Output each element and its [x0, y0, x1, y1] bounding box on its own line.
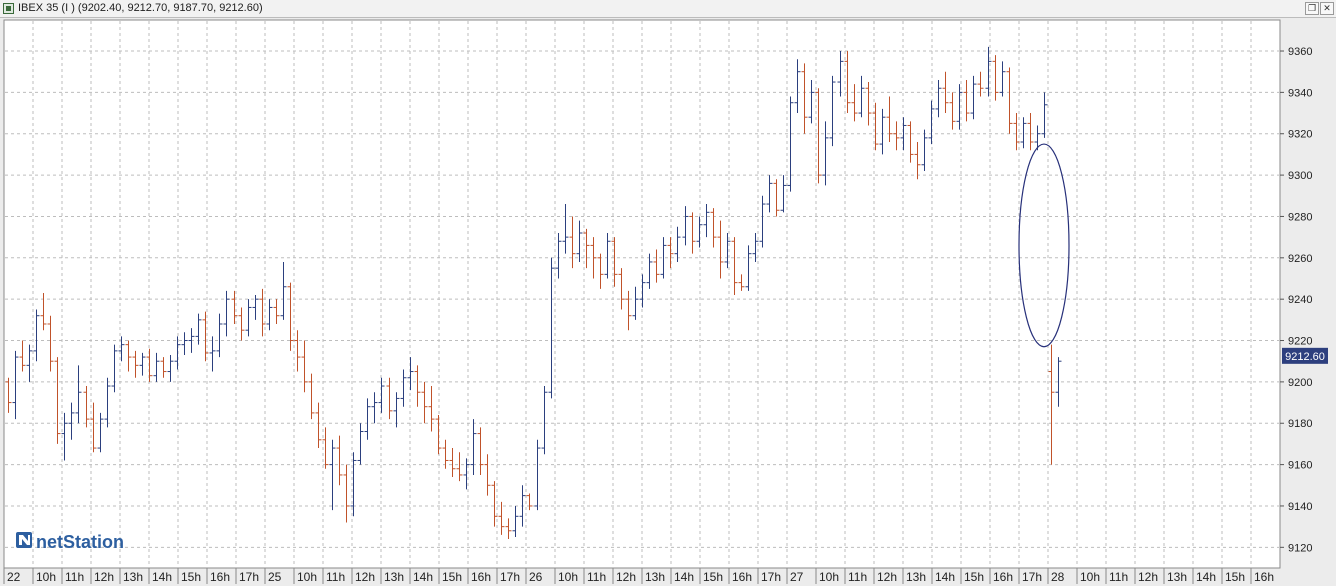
x-tick-label: 22	[7, 570, 21, 584]
x-tick-label: 10h	[819, 570, 839, 584]
y-tick-label: 9160	[1288, 460, 1312, 472]
x-tick-label: 17h	[761, 570, 781, 584]
x-tick-label: 11h	[1109, 570, 1128, 584]
x-tick-label: 14h	[935, 570, 955, 584]
x-tick-label: 13h	[906, 570, 926, 584]
x-tick-label: 13h	[1167, 570, 1187, 584]
x-tick-label: 15h	[964, 570, 984, 584]
x-tick-label: 26	[529, 570, 543, 584]
x-tick-label: 12h	[616, 570, 636, 584]
x-tick-label: 27	[790, 570, 804, 584]
y-tick-label: 9120	[1288, 542, 1312, 554]
restore-window-button[interactable]: ❐	[1305, 2, 1319, 15]
chart-window-icon	[3, 3, 14, 14]
y-tick-label: 9280	[1288, 211, 1312, 223]
last-price-label: 9212.60	[1285, 351, 1325, 363]
x-tick-label: 10h	[558, 570, 578, 584]
x-tick-label: 17h	[1022, 570, 1042, 584]
x-tick-label: 15h	[1225, 570, 1245, 584]
x-tick-label: 13h	[384, 570, 404, 584]
price-chart[interactable]: 9120 9140 9160 9180 9200 9220 9240 9260 9280 9300…	[0, 18, 1336, 586]
x-tick-label: 25	[268, 570, 282, 584]
x-tick-label: 13h	[645, 570, 665, 584]
y-tick-label: 9180	[1288, 418, 1312, 430]
x-tick-label: 14h	[1196, 570, 1216, 584]
x-tick-label: 12h	[94, 570, 114, 584]
x-tick-label: 12h	[877, 570, 897, 584]
y-tick-label: 9260	[1288, 253, 1312, 265]
x-tick-label: 10h	[297, 570, 317, 584]
window-titlebar: IBEX 35 (I ) (9202.40, 9212.70, 9187.70,…	[0, 0, 1336, 18]
x-tick-label: 11h	[848, 570, 867, 584]
x-tick-label: 10h	[1080, 570, 1100, 584]
last-price-tag: 9212.60	[1282, 347, 1328, 364]
window-title: IBEX 35 (I ) (9202.40, 9212.70, 9187.70,…	[18, 2, 263, 14]
x-tick-label: 10h	[36, 570, 56, 584]
x-tick-label: 14h	[413, 570, 433, 584]
x-tick-label: 11h	[587, 570, 606, 584]
x-tick-label: 14h	[674, 570, 694, 584]
y-tick-label: 9360	[1288, 46, 1312, 58]
y-tick-label: 9340	[1288, 87, 1312, 99]
x-tick-label: 14h	[152, 570, 172, 584]
x-tick-label: 16h	[210, 570, 230, 584]
x-tick-label: 16h	[993, 570, 1013, 584]
x-tick-label: 17h	[500, 570, 520, 584]
x-tick-label: 15h	[703, 570, 723, 584]
x-tick-label: 15h	[442, 570, 462, 584]
y-tick-label: 9140	[1288, 501, 1312, 513]
y-tick-label: 9220	[1288, 336, 1312, 348]
x-tick-label: 16h	[732, 570, 752, 584]
x-tick-label: 12h	[1138, 570, 1158, 584]
y-tick-label: 9300	[1288, 170, 1312, 182]
y-tick-label: 9320	[1288, 129, 1312, 141]
brand-name: netStation	[36, 532, 124, 552]
y-tick-label: 9200	[1288, 377, 1312, 389]
x-tick-label: 15h	[181, 570, 201, 584]
netstation-n-logo	[16, 532, 32, 548]
x-tick-label: 28	[1051, 570, 1065, 584]
x-tick-label: 16h	[471, 570, 491, 584]
x-tick-label: 11h	[65, 570, 84, 584]
x-tick-label: 11h	[326, 570, 345, 584]
x-tick-label: 16h	[1254, 570, 1274, 584]
close-window-button[interactable]: ✕	[1320, 2, 1334, 15]
x-tick-label: 13h	[123, 570, 143, 584]
x-tick-label: 17h	[239, 570, 259, 584]
y-tick-label: 9240	[1288, 294, 1312, 306]
x-tick-label: 12h	[355, 570, 375, 584]
